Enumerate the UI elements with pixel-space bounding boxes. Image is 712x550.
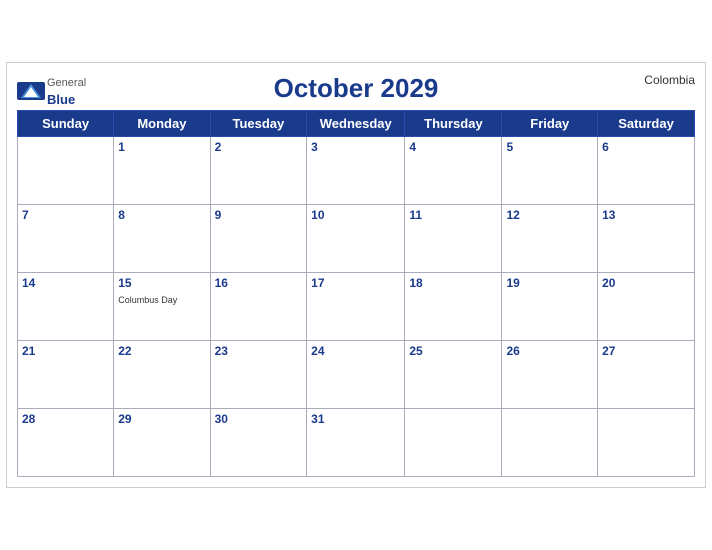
day-number: 8 bbox=[118, 208, 205, 222]
day-number: 9 bbox=[215, 208, 303, 222]
calendar-cell bbox=[405, 409, 502, 477]
day-number: 25 bbox=[409, 344, 497, 358]
calendar-cell: 3 bbox=[307, 137, 405, 205]
calendar-cell: 11 bbox=[405, 205, 502, 273]
day-number: 20 bbox=[602, 276, 690, 290]
day-number: 21 bbox=[22, 344, 109, 358]
calendar-cell: 30 bbox=[210, 409, 307, 477]
day-number: 4 bbox=[409, 140, 497, 154]
calendar-cell: 21 bbox=[18, 341, 114, 409]
day-number: 19 bbox=[506, 276, 593, 290]
calendar-cell: 26 bbox=[502, 341, 598, 409]
day-number: 31 bbox=[311, 412, 400, 426]
calendar-cell: 17 bbox=[307, 273, 405, 341]
calendar-cell: 24 bbox=[307, 341, 405, 409]
day-number: 2 bbox=[215, 140, 303, 154]
calendar-grid: Sunday Monday Tuesday Wednesday Thursday… bbox=[17, 110, 695, 477]
calendar-cell: 7 bbox=[18, 205, 114, 273]
calendar-cell bbox=[18, 137, 114, 205]
calendar-cell: 16 bbox=[210, 273, 307, 341]
calendar-cell: 23 bbox=[210, 341, 307, 409]
calendar-cell: 31 bbox=[307, 409, 405, 477]
calendar-header: General Blue October 2029 Colombia bbox=[17, 73, 695, 104]
calendar-cell: 9 bbox=[210, 205, 307, 273]
calendar-container: General Blue October 2029 Colombia Sunda… bbox=[6, 62, 706, 488]
calendar-cell bbox=[598, 409, 695, 477]
calendar-cell: 22 bbox=[114, 341, 210, 409]
day-number: 24 bbox=[311, 344, 400, 358]
day-number: 7 bbox=[22, 208, 109, 222]
logo-area: General Blue bbox=[17, 73, 86, 109]
calendar-title: October 2029 bbox=[274, 73, 439, 104]
header-monday: Monday bbox=[114, 111, 210, 137]
calendar-cell: 4 bbox=[405, 137, 502, 205]
day-number: 17 bbox=[311, 276, 400, 290]
calendar-cell bbox=[502, 409, 598, 477]
calendar-cell: 19 bbox=[502, 273, 598, 341]
day-number: 13 bbox=[602, 208, 690, 222]
calendar-week-row: 789 10 11 12 13 bbox=[18, 205, 695, 273]
day-number: 11 bbox=[409, 208, 497, 222]
weekday-header-row: Sunday Monday Tuesday Wednesday Thursday… bbox=[18, 111, 695, 137]
day-number: 29 bbox=[118, 412, 205, 426]
header-friday: Friday bbox=[502, 111, 598, 137]
day-number: 23 bbox=[215, 344, 303, 358]
day-number: 30 bbox=[215, 412, 303, 426]
day-number: 12 bbox=[506, 208, 593, 222]
header-wednesday: Wednesday bbox=[307, 111, 405, 137]
calendar-cell: 14 bbox=[18, 273, 114, 341]
day-number: 6 bbox=[602, 140, 690, 154]
day-number: 22 bbox=[118, 344, 205, 358]
calendar-cell: 6 bbox=[598, 137, 695, 205]
country-label: Colombia bbox=[644, 73, 695, 87]
calendar-cell: 2 bbox=[210, 137, 307, 205]
calendar-cell: 20 bbox=[598, 273, 695, 341]
day-number: 10 bbox=[311, 208, 400, 222]
day-number: 26 bbox=[506, 344, 593, 358]
header-tuesday: Tuesday bbox=[210, 111, 307, 137]
calendar-cell: 28 bbox=[18, 409, 114, 477]
calendar-week-row: 28 29 30 31 bbox=[18, 409, 695, 477]
calendar-cell: 1 bbox=[114, 137, 210, 205]
generalblue-icon bbox=[17, 82, 45, 100]
header-thursday: Thursday bbox=[405, 111, 502, 137]
day-event: Columbus Day bbox=[118, 295, 177, 305]
calendar-cell: 25 bbox=[405, 341, 502, 409]
day-number: 27 bbox=[602, 344, 690, 358]
calendar-cell: 29 bbox=[114, 409, 210, 477]
day-number: 5 bbox=[506, 140, 593, 154]
day-number: 14 bbox=[22, 276, 109, 290]
day-number: 1 bbox=[118, 140, 205, 154]
calendar-cell: 15 Columbus Day bbox=[114, 273, 210, 341]
calendar-week-row: 21 22 23 24 25 26 27 bbox=[18, 341, 695, 409]
calendar-week-row: 14 15 Columbus Day 16 17 18 19 20 bbox=[18, 273, 695, 341]
day-number: 16 bbox=[215, 276, 303, 290]
calendar-cell: 5 bbox=[502, 137, 598, 205]
calendar-cell: 8 bbox=[114, 205, 210, 273]
day-number: 18 bbox=[409, 276, 497, 290]
calendar-cell: 13 bbox=[598, 205, 695, 273]
day-number: 3 bbox=[311, 140, 400, 154]
header-saturday: Saturday bbox=[598, 111, 695, 137]
calendar-cell: 27 bbox=[598, 341, 695, 409]
calendar-cell: 12 bbox=[502, 205, 598, 273]
day-number: 28 bbox=[22, 412, 109, 426]
header-sunday: Sunday bbox=[18, 111, 114, 137]
calendar-cell: 10 bbox=[307, 205, 405, 273]
calendar-cell: 18 bbox=[405, 273, 502, 341]
logo-general-text: General Blue bbox=[47, 77, 86, 107]
day-number: 15 bbox=[118, 276, 205, 290]
calendar-week-row: 123456 bbox=[18, 137, 695, 205]
